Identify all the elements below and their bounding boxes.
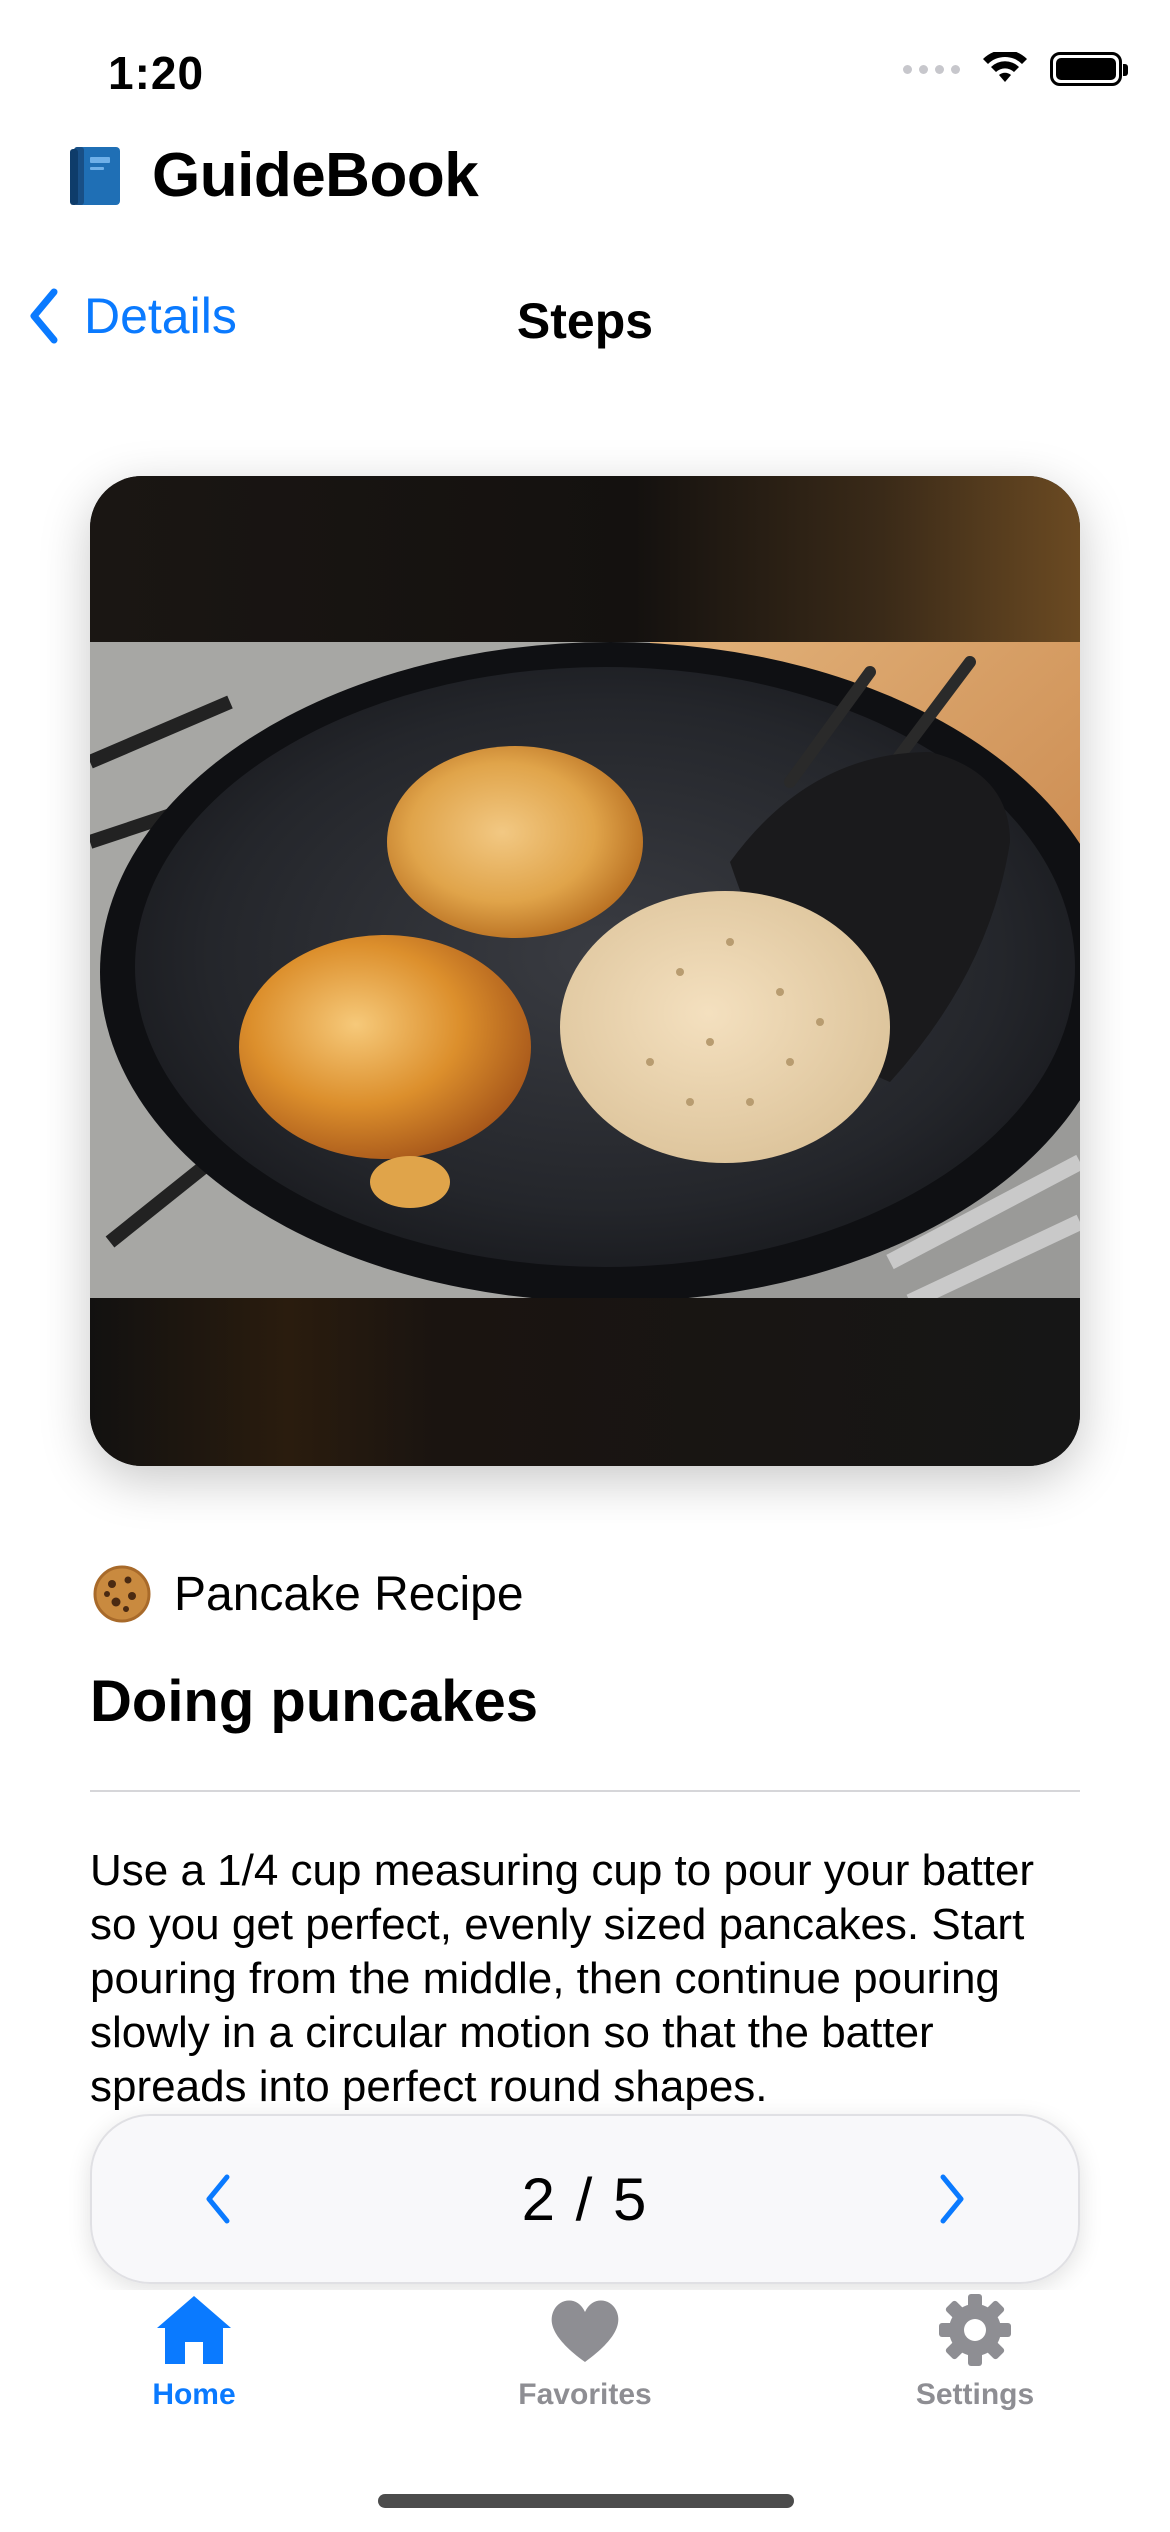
next-step-button[interactable] bbox=[922, 2169, 982, 2229]
chevron-left-icon bbox=[206, 2174, 230, 2224]
recipe-label: Pancake Recipe bbox=[174, 1567, 524, 1621]
step-counter: 2 / 5 bbox=[521, 2165, 649, 2233]
screen: 1:20 GuideBook Details Steps Pancake Rec… bbox=[0, 0, 1170, 2532]
heart-icon bbox=[551, 2300, 619, 2362]
chevron-right-icon bbox=[940, 2174, 964, 2224]
cookie-icon bbox=[93, 1565, 151, 1623]
book-icon bbox=[70, 146, 120, 205]
gear-icon bbox=[939, 2294, 1011, 2366]
image-blur-top bbox=[90, 476, 1080, 644]
step-title: Doing puncakes bbox=[90, 1669, 538, 1734]
status-time: 1:20 bbox=[108, 47, 205, 99]
tab-bar: Home Favorites Settings bbox=[0, 2290, 1170, 2450]
tab-home-label: Home bbox=[152, 2378, 236, 2411]
image-blur-bottom bbox=[90, 1298, 1080, 1466]
pancakes-photo bbox=[90, 642, 1080, 1302]
previous-step-button[interactable] bbox=[188, 2169, 248, 2229]
tab-favorites-label: Favorites bbox=[518, 2378, 652, 2411]
step-description: Use a 1/4 cup measuring cup to pour your… bbox=[90, 1846, 1035, 2111]
app-title: GuideBook bbox=[152, 141, 479, 210]
home-indicator[interactable] bbox=[378, 2494, 794, 2508]
tab-favorites[interactable]: Favorites bbox=[465, 2290, 705, 2412]
house-icon bbox=[157, 2296, 231, 2364]
app-header: GuideBook bbox=[68, 140, 479, 211]
nav-title: Steps bbox=[516, 293, 654, 349]
step-pager: 2 / 5 bbox=[90, 2114, 1080, 2284]
cellular-signal-icon bbox=[903, 64, 960, 74]
step-image-card bbox=[90, 476, 1080, 1466]
tab-settings[interactable]: Settings bbox=[855, 2290, 1095, 2412]
wifi-icon bbox=[983, 52, 1027, 82]
battery-icon bbox=[1050, 52, 1128, 86]
tab-home[interactable]: Home bbox=[74, 2290, 314, 2412]
divider bbox=[90, 1790, 1080, 1792]
status-icons bbox=[903, 52, 1128, 86]
recipe-row: Pancake Recipe bbox=[92, 1564, 524, 1624]
tab-settings-label: Settings bbox=[915, 2378, 1035, 2411]
